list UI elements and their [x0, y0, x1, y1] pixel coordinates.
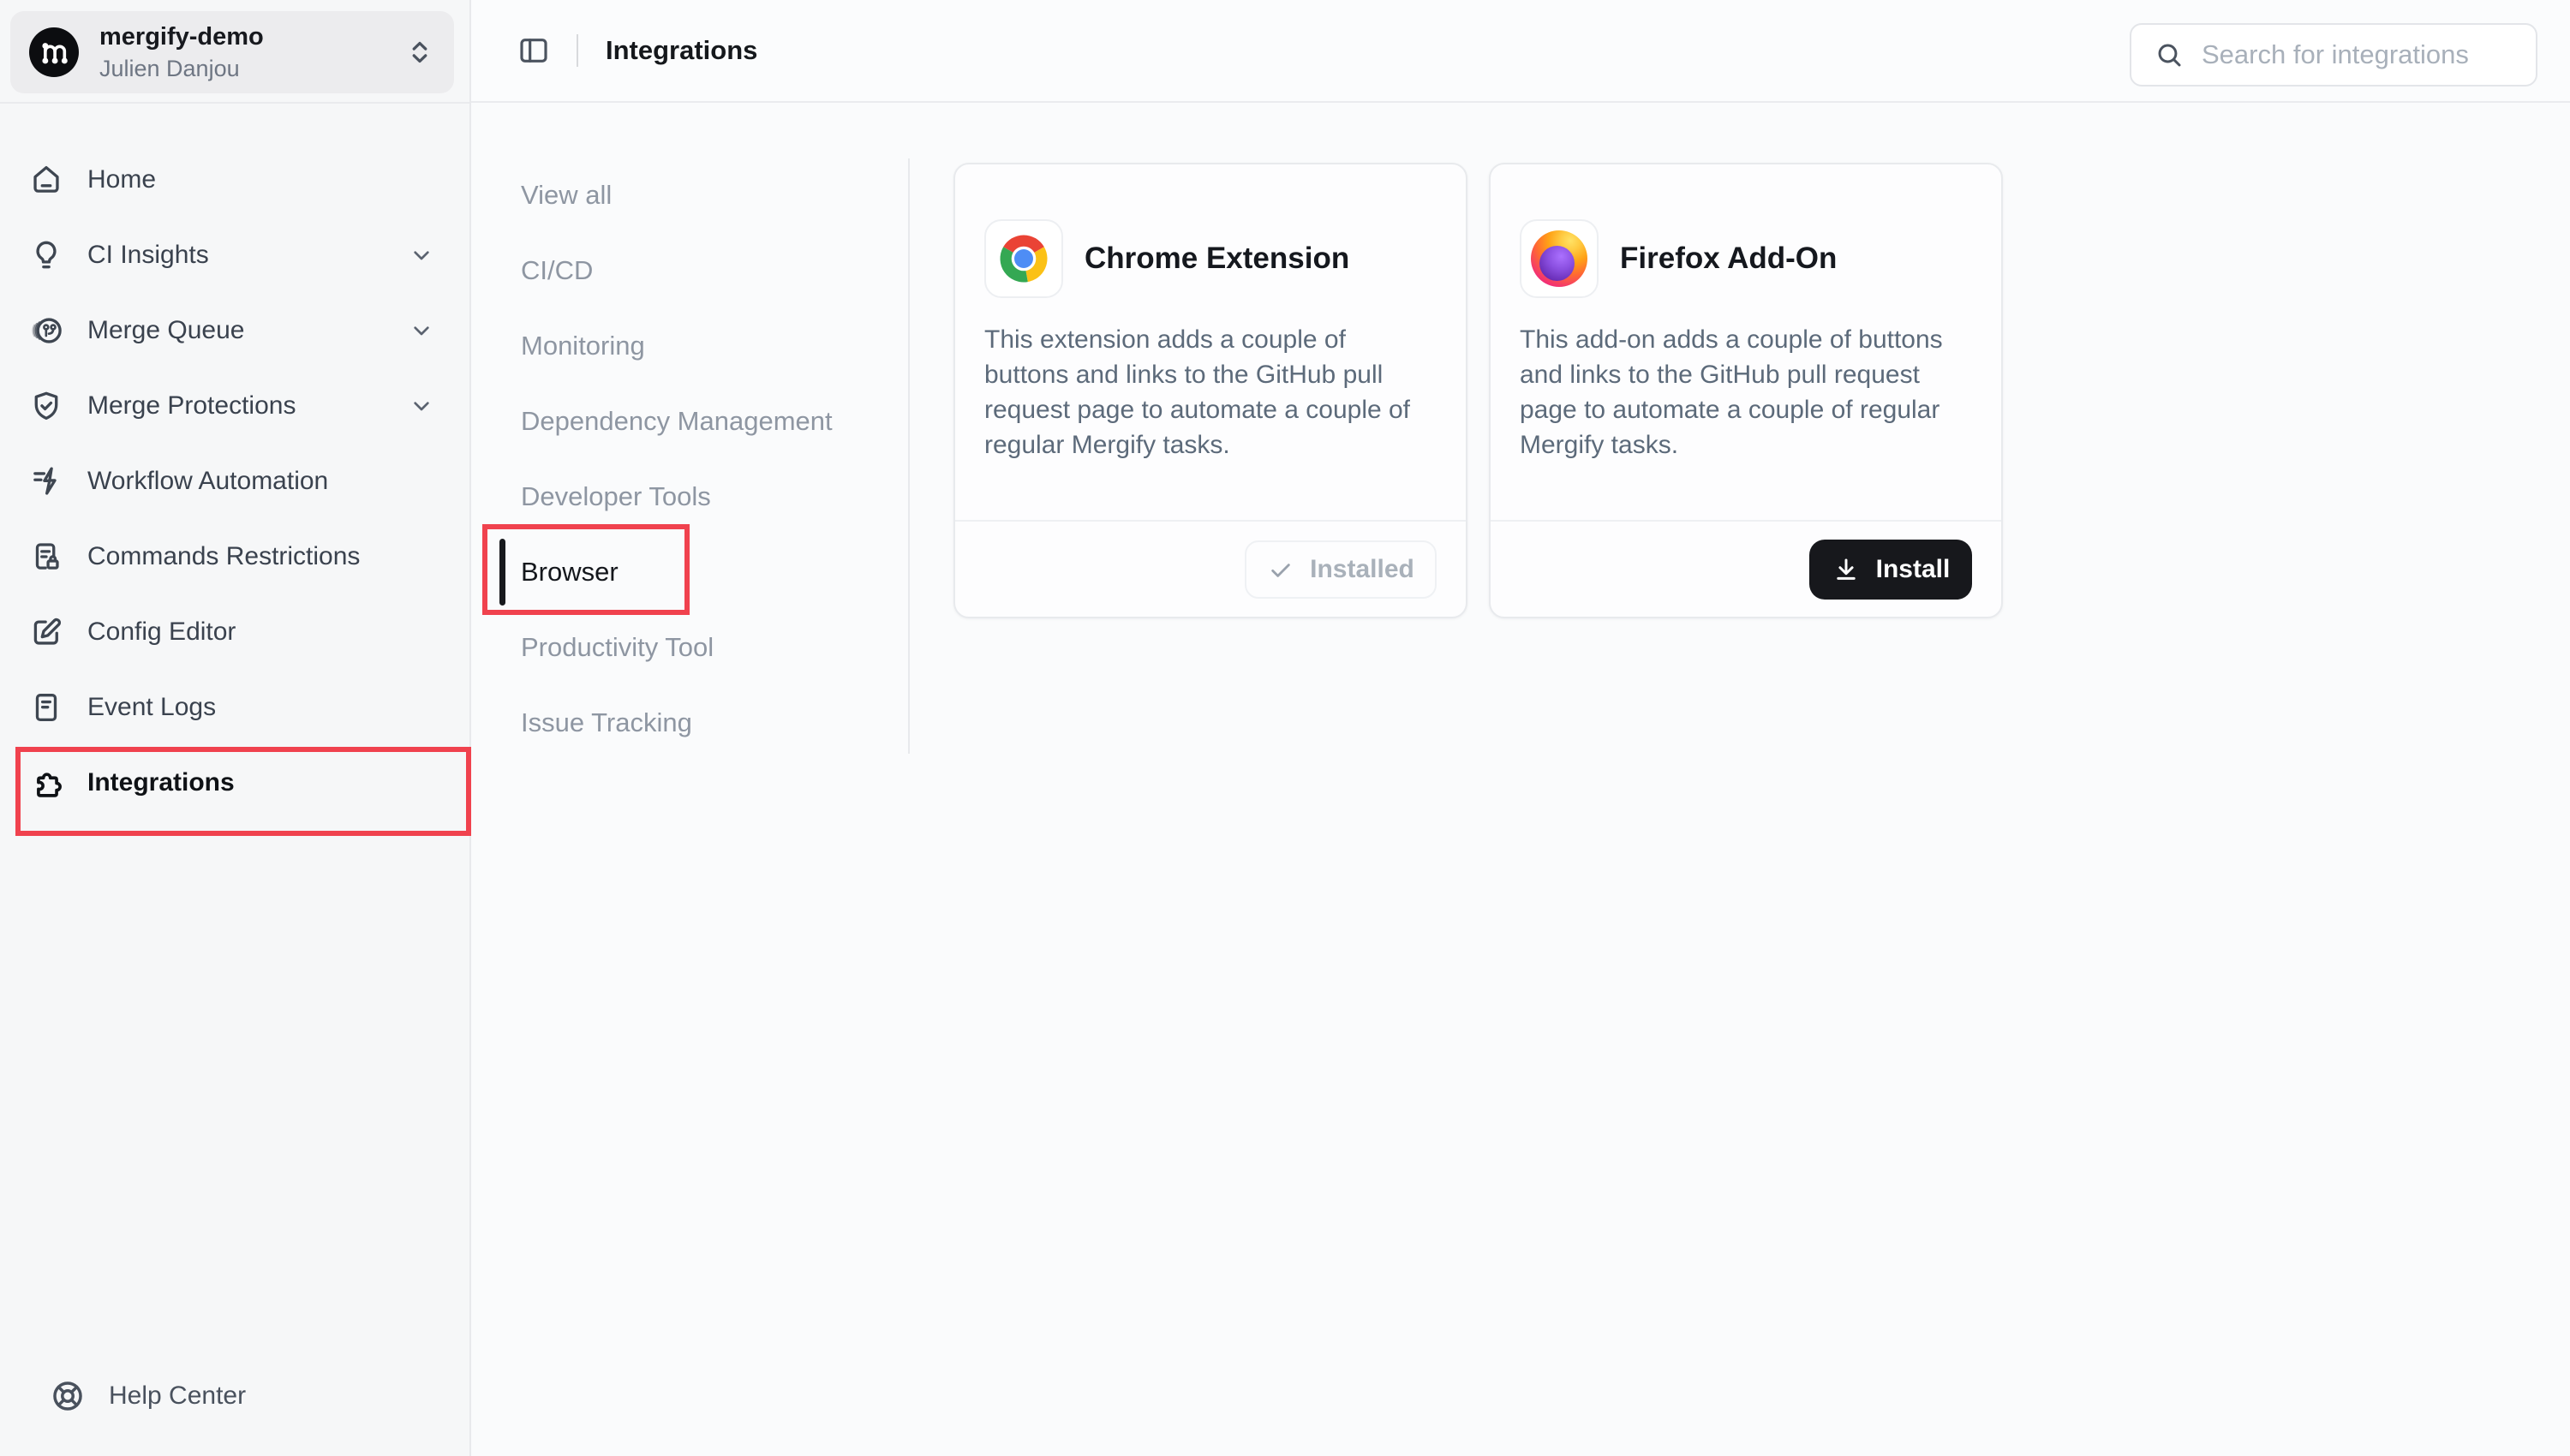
sidebar-item-label: Integrations [87, 768, 235, 797]
integration-title: Chrome Extension [1085, 219, 1349, 298]
sidebar-item-ci-insights[interactable]: CI Insights [0, 228, 469, 283]
header-divider [577, 34, 578, 67]
search-input[interactable] [2202, 39, 2513, 70]
firefox-logo-icon [1531, 230, 1587, 287]
search-box [2130, 23, 2537, 87]
merge-queue-icon [28, 313, 64, 349]
integration-description: This extension adds a couple of buttons … [984, 322, 1451, 462]
puzzle-icon [28, 765, 64, 801]
sidebar-item-label: Workflow Automation [87, 467, 328, 496]
category-developer-tools[interactable]: Developer Tools [521, 478, 711, 516]
category-browser[interactable]: Browser [521, 553, 619, 591]
chevron-down-icon[interactable] [408, 242, 435, 269]
install-button[interactable]: Install [1809, 540, 1972, 600]
chrome-logo-icon [995, 230, 1052, 287]
help-center-label: Help Center [109, 1381, 246, 1411]
card-footer: Install [1491, 520, 2001, 617]
org-switcher[interactable]: mergify-demo Julien Danjou [10, 11, 454, 93]
install-button-label: Install [1876, 555, 1951, 584]
up-down-chevrons-icon [404, 37, 435, 68]
sidebar-item-commands-restrictions[interactable]: Commands Restrictions [0, 529, 469, 584]
page-title: Integrations [606, 35, 757, 66]
sidebar-item-integrations[interactable]: Integrations [0, 755, 469, 810]
integration-title: Firefox Add-On [1620, 219, 1837, 298]
sidebar-item-label: Event Logs [87, 693, 216, 722]
lifebuoy-icon [49, 1377, 87, 1415]
sidebar: mergify-demo Julien Danjou Home [0, 0, 471, 1456]
chevron-down-icon[interactable] [408, 392, 435, 420]
sidebar-item-label: Merge Queue [87, 316, 244, 345]
category-dependency-management[interactable]: Dependency Management [521, 403, 833, 440]
mergify-logo [29, 27, 79, 77]
category-view-all[interactable]: View all [521, 176, 612, 214]
org-name: mergify-demo [99, 23, 264, 51]
integration-logo-tile [984, 219, 1063, 298]
sidebar-item-label: Merge Protections [87, 391, 296, 421]
sidebar-nav: Home CI Insights [0, 152, 469, 831]
sidebar-item-label: Config Editor [87, 618, 236, 647]
card-footer: Installed [955, 520, 1466, 617]
sidebar-item-label: Commands Restrictions [87, 542, 360, 571]
sidebar-toggle-button[interactable] [517, 33, 551, 68]
home-icon [28, 162, 64, 198]
active-category-indicator [499, 539, 505, 606]
help-center-link[interactable]: Help Center [49, 1377, 246, 1415]
sidebar-item-home[interactable]: Home [0, 152, 469, 207]
main-content: Integrations View all CI/CD Monitoring D… [471, 0, 2570, 1456]
edit-square-icon [28, 614, 64, 650]
category-monitoring[interactable]: Monitoring [521, 327, 645, 365]
category-productivity-tool[interactable]: Productivity Tool [521, 629, 714, 666]
content-header: Integrations [471, 0, 2570, 103]
shield-check-icon [28, 388, 64, 424]
installed-button[interactable]: Installed [1245, 540, 1437, 599]
category-issue-tracking[interactable]: Issue Tracking [521, 704, 692, 742]
integration-description: This add-on adds a couple of buttons and… [1520, 322, 1987, 462]
sidebar-item-label: CI Insights [87, 241, 209, 270]
search-icon [2154, 39, 2184, 70]
check-icon [1267, 556, 1294, 583]
integration-card-firefox: Firefox Add-On This add-on adds a couple… [1489, 163, 2003, 618]
panel-left-icon [517, 33, 551, 68]
sidebar-header: mergify-demo Julien Danjou [0, 0, 469, 104]
integration-card-chrome: Chrome Extension This extension adds a c… [953, 163, 1467, 618]
document-lines-icon [28, 689, 64, 725]
sidebar-item-label: Home [87, 165, 156, 194]
chevron-down-icon[interactable] [408, 317, 435, 344]
document-lock-icon [28, 539, 64, 575]
org-user: Julien Danjou [99, 56, 264, 82]
content-body: View all CI/CD Monitoring Dependency Man… [471, 103, 2570, 1456]
category-divider [908, 158, 910, 754]
sidebar-item-event-logs[interactable]: Event Logs [0, 680, 469, 735]
sidebar-item-workflow-automation[interactable]: Workflow Automation [0, 454, 469, 509]
sidebar-item-merge-queue[interactable]: Merge Queue [0, 303, 469, 358]
installed-button-label: Installed [1310, 555, 1414, 584]
sidebar-item-config-editor[interactable]: Config Editor [0, 605, 469, 659]
download-icon [1832, 555, 1861, 584]
category-ci-cd[interactable]: CI/CD [521, 252, 593, 289]
lightbulb-icon [28, 237, 64, 273]
sidebar-item-merge-protections[interactable]: Merge Protections [0, 379, 469, 433]
integration-logo-tile [1520, 219, 1599, 298]
workflow-zap-icon [28, 463, 64, 499]
